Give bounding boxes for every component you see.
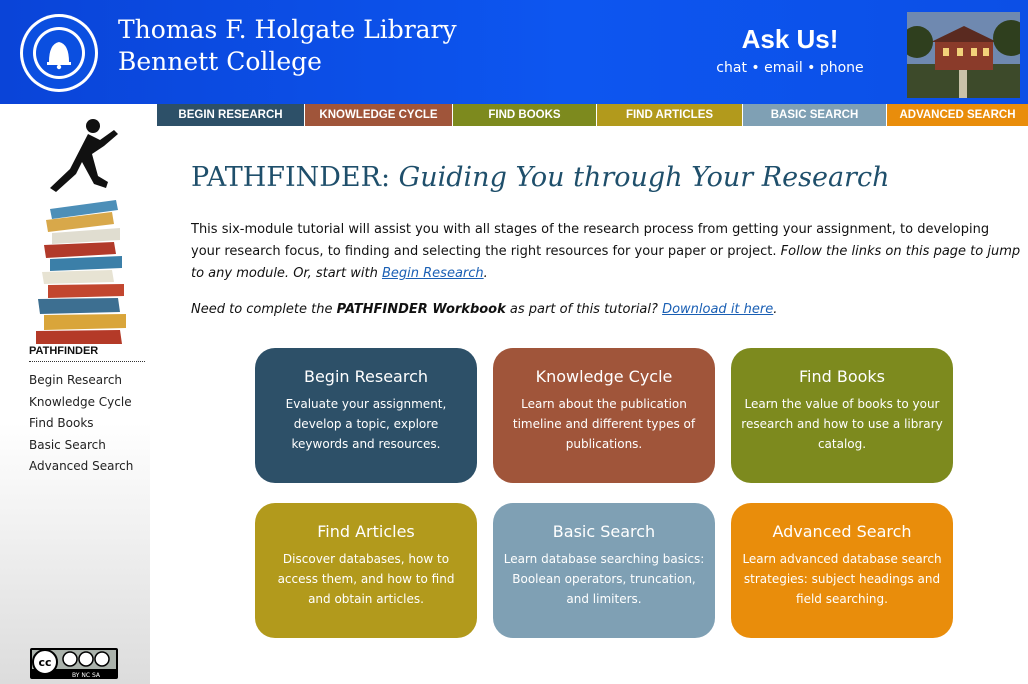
intro-paragraph: This six-module tutorial will assist you… — [191, 222, 1021, 281]
card-title: Basic Search — [552, 522, 656, 541]
card-title: Find Books — [798, 367, 886, 386]
card-description: Learn database searching basics: Boolean… — [503, 552, 705, 606]
svg-text:cc: cc — [38, 656, 51, 669]
sidebar-divider — [29, 361, 145, 362]
ask-us-title[interactable]: Ask Us! — [700, 24, 880, 54]
card-advanced-search[interactable]: Advanced Search Learn advanced database … — [731, 503, 953, 638]
page-title: PATHFINDER: Guiding You through Your Res… — [191, 162, 889, 193]
workbook-text-pre: Need to complete the — [191, 302, 333, 317]
begin-research-link[interactable]: Begin Research — [382, 266, 484, 281]
book-stack-jumper-image — [36, 119, 126, 344]
site-header: Thomas F. Holgate Library Bennett Colleg… — [0, 0, 1028, 104]
workbook-text-mid: as part of this tutorial? — [509, 302, 658, 317]
ask-us-options[interactable]: chat • email • phone — [700, 60, 880, 76]
card-begin-research[interactable]: Begin Research Evaluate your assignment,… — [255, 348, 477, 483]
sidebar-item-basic-search[interactable]: Basic Search — [29, 435, 133, 457]
card-title: Find Articles — [317, 522, 415, 541]
card-title: Advanced Search — [772, 522, 912, 541]
sidebar-item-find-books[interactable]: Find Books — [29, 413, 133, 435]
creative-commons-license-icon[interactable]: cc BY NC SA — [30, 648, 118, 679]
tab-basic-search[interactable]: BASIC SEARCH — [743, 104, 887, 126]
sidebar-item-advanced-search[interactable]: Advanced Search — [29, 456, 133, 478]
tab-knowledge-cycle[interactable]: KNOWLEDGE CYCLE — [305, 104, 453, 126]
download-workbook-link[interactable]: Download it here — [662, 302, 773, 317]
workbook-notice: Need to complete the PATHFINDER Workbook… — [191, 302, 778, 317]
card-knowledge-cycle[interactable]: Knowledge Cycle Learn about the publicat… — [493, 348, 715, 483]
card-title: Knowledge Cycle — [535, 367, 673, 386]
ask-us-panel[interactable]: Ask Us! chat • email • phone — [700, 24, 880, 76]
card-description: Discover databases, how to access them, … — [277, 552, 455, 606]
sidebar-item-begin-research[interactable]: Begin Research — [29, 370, 133, 392]
license-badge-text: BY NC SA — [72, 672, 101, 679]
card-title: Begin Research — [303, 367, 429, 386]
card-find-articles[interactable]: Find Articles Discover databases, how to… — [255, 503, 477, 638]
page-title-subtitle: Guiding You through Your Research — [398, 162, 890, 193]
card-description: Evaluate your assignment, develop a topi… — [285, 397, 447, 451]
card-basic-search[interactable]: Basic Search Learn database searching ba… — [493, 503, 715, 638]
library-name: Thomas F. Holgate Library — [118, 15, 457, 44]
card-description: Learn the value of books to your researc… — [741, 397, 943, 451]
tab-begin-research[interactable]: BEGIN RESEARCH — [157, 104, 305, 126]
main-nav: BEGIN RESEARCH KNOWLEDGE CYCLE FIND BOOK… — [157, 104, 1028, 126]
sidebar-menu: Begin Research Knowledge Cycle Find Book… — [29, 370, 133, 478]
college-seal-icon[interactable] — [18, 12, 100, 94]
workbook-name: PATHFINDER Workbook — [336, 302, 506, 317]
card-find-books[interactable]: Find Books Learn the value of books to y… — [731, 348, 953, 483]
college-name: Bennett College — [118, 47, 322, 76]
tab-find-books[interactable]: FIND BOOKS — [453, 104, 597, 126]
page-title-prefix: PATHFINDER: — [191, 162, 391, 193]
sidebar-heading: PATHFINDER — [29, 345, 99, 357]
sidebar: PATHFINDER Begin Research Knowledge Cycl… — [0, 104, 150, 684]
card-description: Learn advanced database search strategie… — [742, 552, 942, 606]
card-description: Learn about the publication timeline and… — [512, 397, 696, 451]
library-title[interactable]: Thomas F. Holgate Library Bennett Colleg… — [118, 14, 457, 78]
campus-building-photo — [907, 12, 1020, 98]
tab-find-articles[interactable]: FIND ARTICLES — [597, 104, 743, 126]
sidebar-item-knowledge-cycle[interactable]: Knowledge Cycle — [29, 392, 133, 414]
tab-advanced-search[interactable]: ADVANCED SEARCH — [887, 104, 1028, 126]
